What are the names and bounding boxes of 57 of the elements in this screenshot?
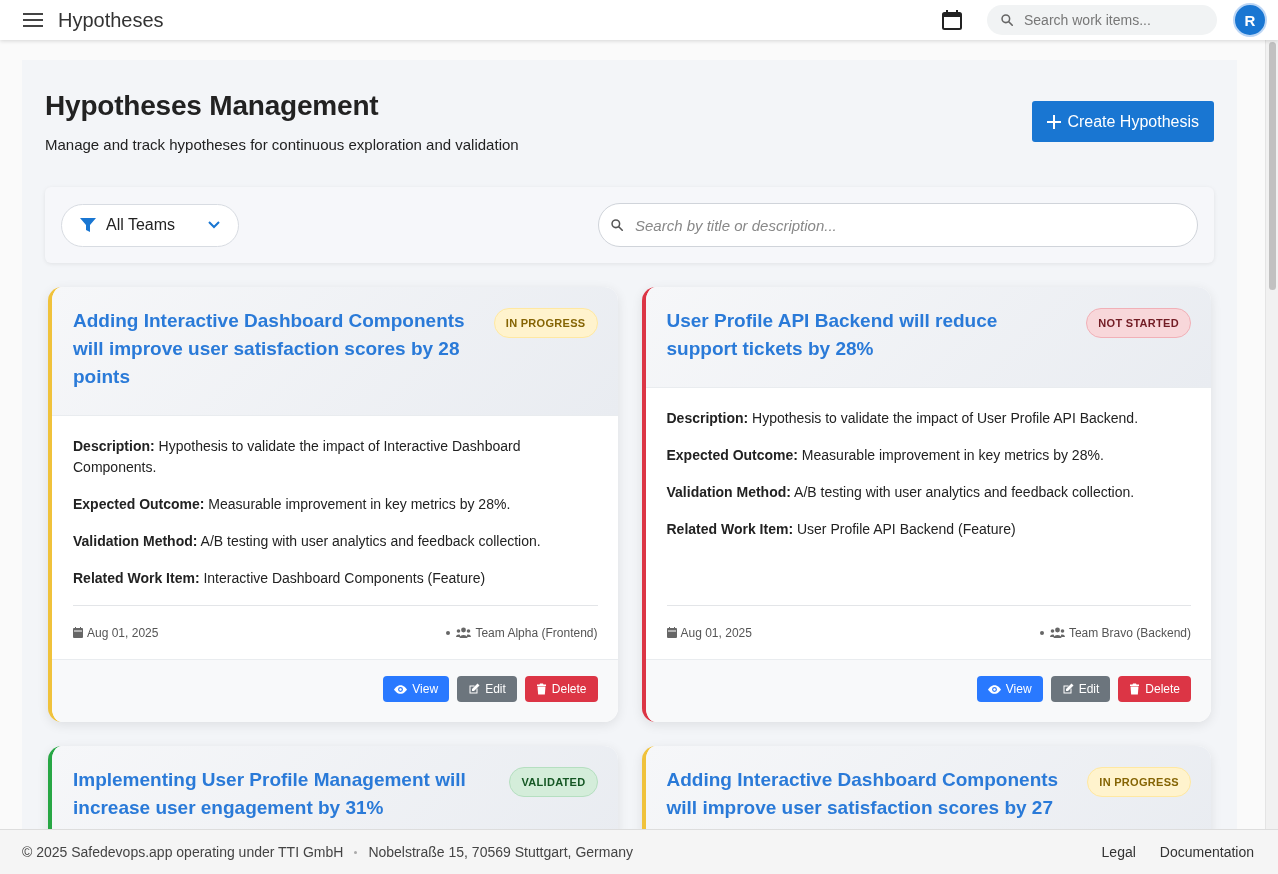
detail-text: Description: Hypothesis to validate the impact of Interactive Dashboard Components. [73, 437, 522, 477]
trash-icon [535, 683, 547, 695]
detail-text: Related Work Item: User Profile API Backend (Feature) [666, 520, 1017, 539]
delete-button[interactable]: Delete [1118, 676, 1191, 702]
user-avatar[interactable]: R [1233, 3, 1267, 37]
detail-text: Expected Outcome: Measurable improvement in key metrics by 28%. [73, 495, 512, 514]
address-text: Nobelstraße 15, 70569 Stuttgart, Germany [368, 844, 633, 860]
page-title: Hypotheses Management [45, 90, 380, 122]
detail-text: Validation Method: A/B testing with user analytics and feedback collection. [73, 532, 542, 551]
search-field[interactable]: Search by title or description... [598, 203, 1198, 247]
scrollbar[interactable] [1265, 40, 1278, 829]
users-icon [456, 627, 472, 638]
page-subtitle: Manage and track hypotheses for continuous exploration and validation [45, 136, 519, 153]
calendar-icon[interactable] [941, 9, 963, 31]
eye-icon [987, 683, 1001, 695]
bullet-icon [446, 630, 451, 635]
delete-button[interactable]: Delete [524, 676, 598, 702]
menu-icon[interactable] [22, 12, 44, 28]
chevron-down-icon [208, 221, 220, 229]
hypothesis-title[interactable]: Adding Interactive Dashboard Components will improve user satisfaction scores by 27 [666, 766, 1072, 822]
detail-text: Validation Method: A/B testing with user analytics and feedback collection. [666, 483, 1136, 502]
status-badge: VALIDATED [509, 767, 598, 797]
calendar-icon [73, 627, 83, 638]
team-text: Team Bravo (Backend) [1068, 625, 1191, 640]
date-text: Aug 01, 2025 [666, 625, 752, 640]
team-text: Team Alpha (Frontend) [475, 625, 598, 640]
separator-dot [354, 850, 358, 854]
eye-icon [394, 683, 408, 695]
filter-icon [80, 217, 96, 233]
hypothesis-title[interactable]: User Profile API Backend will reduce support tickets by 28% [666, 307, 1071, 363]
copyright-text: © 2025 Safedevops.app operating under TTI GmbH [22, 844, 344, 860]
create-hypothesis-button[interactable]: Create Hypothesis [1032, 101, 1214, 142]
edit-button[interactable]: Edit [1050, 676, 1111, 702]
status-badge: IN PROGRESS [1087, 767, 1191, 797]
app-title: Hypotheses [58, 8, 165, 32]
users-icon [1049, 627, 1065, 638]
team-filter-dropdown[interactable]: All Teams [61, 203, 239, 247]
plus-icon [1047, 114, 1062, 129]
bullet-icon [1039, 630, 1044, 635]
status-badge: NOT STARTED [1086, 308, 1191, 338]
trash-icon [1129, 683, 1141, 695]
view-button[interactable]: View [976, 676, 1043, 702]
edit-icon [1061, 683, 1074, 695]
search-field[interactable]: Search work items... [987, 5, 1217, 35]
footer-link[interactable]: Legal [1101, 844, 1136, 860]
status-badge: IN PROGRESS [493, 308, 598, 338]
detail-text: Description: Hypothesis to validate the impact of User Profile API Backend. [666, 409, 1140, 428]
hypothesis-title[interactable]: Implementing User Profile Management will increase user engagement by 31% [73, 766, 494, 822]
edit-icon [468, 683, 481, 695]
date-text: Aug 01, 2025 [73, 625, 159, 640]
calendar-icon [666, 627, 677, 638]
detail-text: Related Work Item: Interactive Dashboard Components (Feature) [73, 569, 487, 588]
detail-text: Expected Outcome: Measurable improvement in key metrics by 28%. [666, 446, 1105, 465]
view-button[interactable]: View [383, 676, 450, 702]
footer-link[interactable]: Documentation [1159, 844, 1254, 860]
hypothesis-title[interactable]: Adding Interactive Dashboard Components will improve user satisfaction scores by 28 points [73, 307, 478, 391]
edit-button[interactable]: Edit [457, 676, 517, 702]
